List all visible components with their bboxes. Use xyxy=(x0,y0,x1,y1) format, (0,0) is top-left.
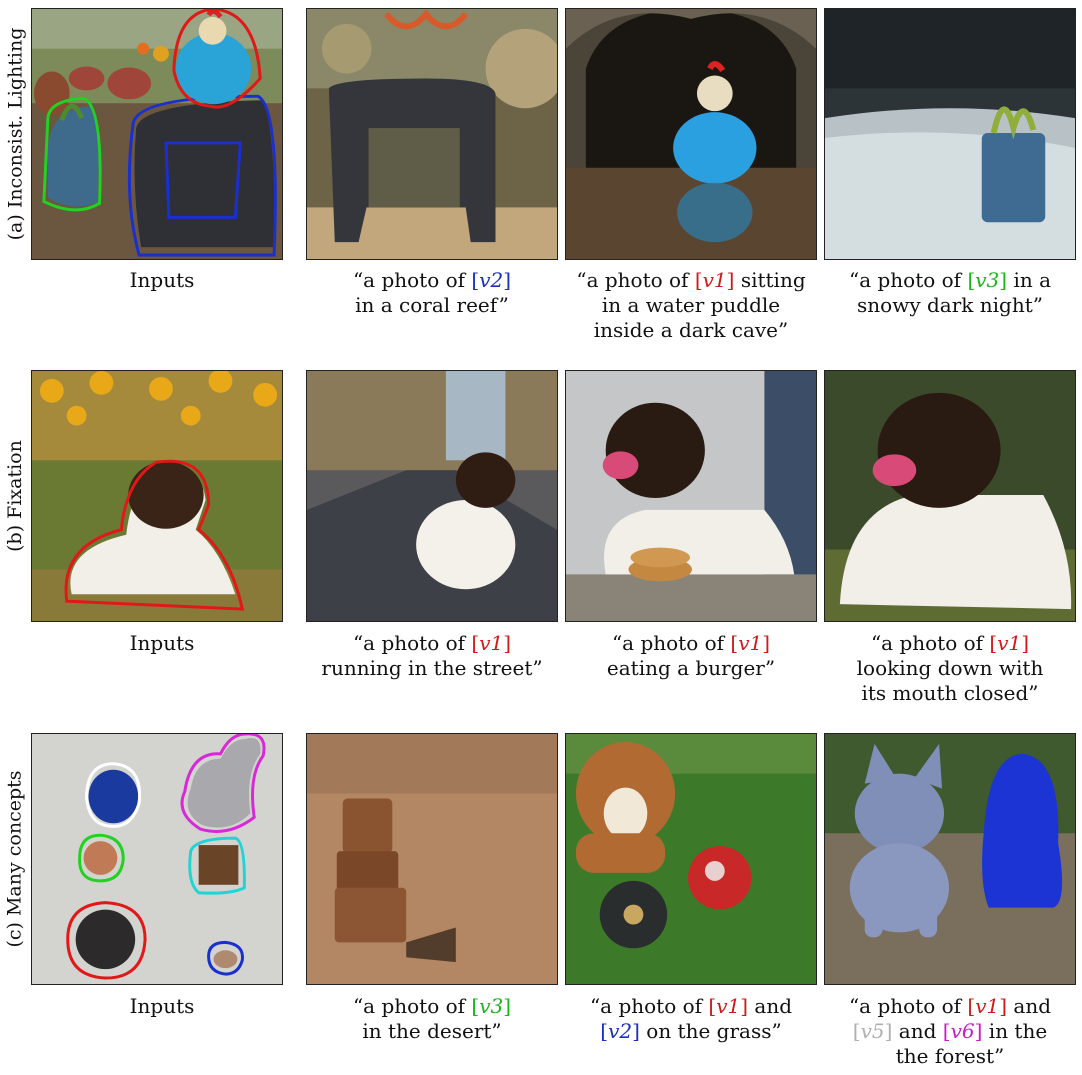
caption-inputs-a: Inputs xyxy=(129,268,195,292)
row-label-b: (b) Fixation xyxy=(4,440,26,552)
caption-a-3: “a photo of [v3] in a snowy dark night” xyxy=(848,268,1052,317)
figure: (a) Inconsist. Lighting (b) Fixation (c)… xyxy=(0,0,1082,1075)
generated-image-dark-cave xyxy=(565,8,817,260)
generated-image-desert xyxy=(306,733,558,985)
generated-image-looking-down xyxy=(824,370,1076,622)
caption-b-1: “a photo of [v1] running in the street” xyxy=(321,631,543,680)
input-image-row-c xyxy=(31,733,283,985)
caption-a-1: “a photo of [v2] in a coral reef” xyxy=(352,268,512,317)
generated-image-burger xyxy=(565,370,817,622)
input-image-row-a xyxy=(31,8,283,260)
generated-image-snowy-night xyxy=(824,8,1076,260)
caption-b-3: “a photo of [v1] looking down with its m… xyxy=(856,631,1044,705)
generated-image-grass xyxy=(565,733,817,985)
caption-c-3: “a photo of [v1] and [v5] and [v6] in th… xyxy=(848,994,1052,1068)
row-label-c: (c) Many concepts xyxy=(4,770,26,948)
generated-image-coral-reef xyxy=(306,8,558,260)
caption-c-2: “a photo of [v1] and [v2] on the grass” xyxy=(589,994,793,1043)
caption-a-2: “a photo of [v1] sitting in a water pudd… xyxy=(576,268,806,342)
caption-inputs-b: Inputs xyxy=(129,631,195,655)
caption-c-1: “a photo of [v3] in the desert” xyxy=(352,994,512,1043)
row-label-a: (a) Inconsist. Lighting xyxy=(4,27,26,241)
generated-image-street xyxy=(306,370,558,622)
input-image-row-b xyxy=(31,370,283,622)
caption-b-2: “a photo of [v1] eating a burger” xyxy=(606,631,776,680)
caption-inputs-c: Inputs xyxy=(129,994,195,1018)
generated-image-forest xyxy=(824,733,1076,985)
